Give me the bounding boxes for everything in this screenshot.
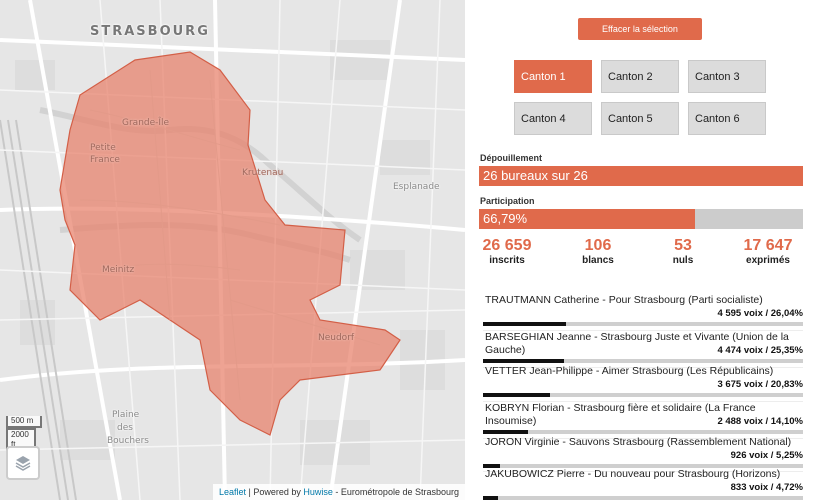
- district-label-meinau-2: des: [117, 423, 133, 433]
- participation-bar: 66,79%: [479, 209, 803, 229]
- layers-button[interactable]: [6, 446, 40, 480]
- district-label-petite-france-2: France: [90, 155, 120, 165]
- participation-label: Participation: [480, 196, 535, 206]
- candidate-votes: 4 595 voix / 26,04%: [713, 307, 803, 320]
- stat-exprimes: 17 647 exprimés: [728, 237, 808, 267]
- candidate-name: VETTER Jean-Philippe - Aimer Strasbourg …: [485, 365, 774, 377]
- stat-nuls-value: 53: [674, 237, 692, 254]
- candidate-votes: 2 488 voix / 14,10%: [713, 415, 803, 428]
- canton-5-button[interactable]: Canton 5: [601, 102, 679, 135]
- candidate-bar: [483, 496, 803, 500]
- district-label-petite-france-1: Petite: [90, 143, 116, 153]
- canton-4-button[interactable]: Canton 4: [514, 102, 592, 135]
- candidate-bar: [483, 322, 803, 326]
- stat-inscrits: 26 659 inscrits: [467, 237, 547, 267]
- candidate-item: BARSEGHIAN Jeanne - Strasbourg Juste et …: [483, 331, 803, 367]
- candidate-bar-fill: [483, 430, 529, 434]
- candidate-item: JORON Virginie - Sauvons Strasbourg (Ras…: [483, 436, 803, 472]
- scale-bar: 500 m 2000 ft: [6, 416, 42, 450]
- city-label: STRASBOURG: [90, 24, 210, 39]
- leaflet-link[interactable]: Leaflet: [219, 487, 246, 497]
- candidate-item: VETTER Jean-Philippe - Aimer Strasbourg …: [483, 365, 803, 401]
- participation-text: 66,79%: [483, 211, 528, 226]
- candidate-votes: 4 474 voix / 25,35%: [713, 344, 803, 357]
- candidate-bar-fill: [483, 393, 550, 397]
- canton-2-button[interactable]: Canton 2: [601, 60, 679, 93]
- map-tiles[interactable]: [0, 0, 465, 500]
- district-label-grande-ile: Grande-Île: [122, 118, 170, 128]
- map-attribution: Leaflet | Powered by Huwise - Eurométrop…: [213, 484, 465, 500]
- district-label-meinau-1: Plaine: [112, 410, 140, 420]
- candidate-name: TRAUTMANN Catherine - Pour Strasbourg (P…: [485, 294, 763, 306]
- depouillement-label: Dépouillement: [480, 153, 543, 163]
- canton-3-button[interactable]: Canton 3: [688, 60, 766, 93]
- district-label-neudorf: Neudorf: [318, 333, 355, 343]
- candidate-bar-fill: [483, 359, 565, 363]
- stat-blancs-label: blancs: [582, 255, 614, 266]
- candidate-bar: [483, 430, 803, 434]
- stat-inscrits-value: 26 659: [482, 237, 532, 254]
- candidate-bar-fill: [483, 322, 567, 326]
- results-panel: Effacer la sélection Canton 1 Canton 2 C…: [465, 0, 831, 500]
- canton-6-button[interactable]: Canton 6: [688, 102, 766, 135]
- district-label-esplanade: Esplanade: [393, 182, 440, 192]
- stat-blancs-value: 106: [584, 237, 612, 254]
- stat-nuls: 53 nuls: [643, 237, 723, 267]
- depouillement-bar: 26 bureaux sur 26: [479, 166, 803, 186]
- district-label-meinau-3: Bouchers: [107, 436, 149, 446]
- stat-exprimes-value: 17 647: [743, 237, 793, 254]
- candidate-bar: [483, 393, 803, 397]
- depouillement-text: 26 bureaux sur 26: [483, 168, 588, 183]
- stat-nuls-label: nuls: [672, 255, 694, 266]
- candidate-item: JAKUBOWICZ Pierre - Du nouveau pour Stra…: [483, 468, 803, 504]
- candidate-votes: 3 675 voix / 20,83%: [713, 378, 803, 391]
- candidate-item: TRAUTMANN Catherine - Pour Strasbourg (P…: [483, 294, 803, 330]
- candidate-votes: 833 voix / 4,72%: [726, 481, 803, 494]
- candidate-bar: [483, 359, 803, 363]
- stat-blancs: 106 blancs: [558, 237, 638, 267]
- candidate-bar-fill: [483, 496, 499, 500]
- stat-inscrits-label: inscrits: [489, 255, 525, 266]
- canton-1-button[interactable]: Canton 1: [514, 60, 592, 93]
- district-label-koenigshoffen: Meinitz: [102, 265, 135, 275]
- candidate-name: JORON Virginie - Sauvons Strasbourg (Ras…: [485, 436, 792, 448]
- attribution-rest: - Eurométropole de Strasbourg: [332, 487, 459, 497]
- attribution-sep: | Powered by: [246, 487, 304, 497]
- huwise-link[interactable]: Huwise: [303, 487, 333, 497]
- candidate-name: JAKUBOWICZ Pierre - Du nouveau pour Stra…: [485, 468, 781, 480]
- scale-metric: 500 m: [6, 416, 42, 428]
- stat-exprimes-label: exprimés: [746, 255, 790, 266]
- layers-icon: [15, 456, 31, 471]
- district-label-krutenau: Krutenau: [242, 168, 284, 178]
- candidate-item: KOBRYN Florian - Strasbourg fière et sol…: [483, 402, 803, 438]
- clear-selection-button[interactable]: Effacer la sélection: [578, 18, 702, 40]
- map-view[interactable]: STRASBOURG Grande-Île Petite France Krut…: [0, 0, 465, 500]
- candidate-votes: 926 voix / 5,25%: [726, 449, 803, 462]
